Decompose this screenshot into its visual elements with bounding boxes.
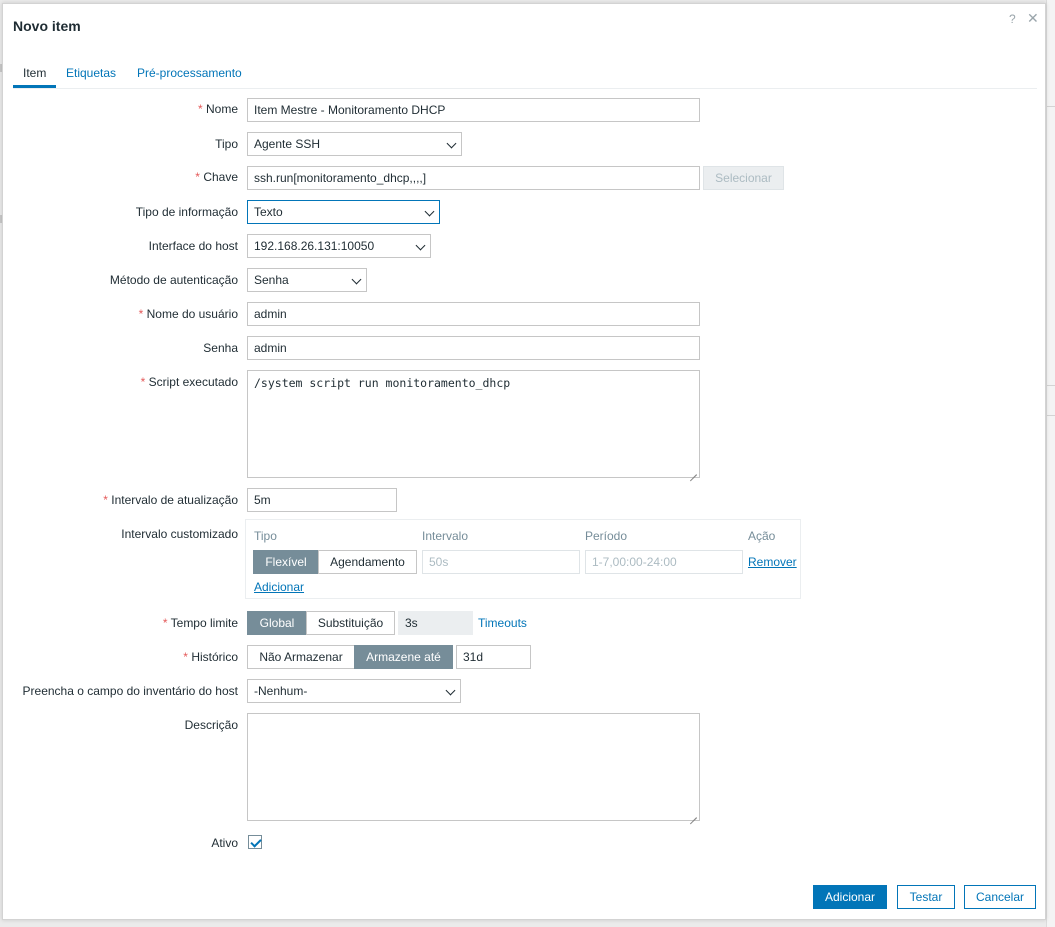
timeout-global-toggle[interactable]: Global [247,611,307,635]
column-header-interval: Intervalo [422,529,469,543]
timeout-input[interactable]: 3s [398,611,473,635]
remove-link[interactable]: Remover [748,555,797,569]
username-input[interactable]: admin [247,302,700,326]
password-label: Senha [203,341,238,355]
timeout-label: * Tempo limite [162,616,238,630]
column-header-type: Tipo [254,529,277,543]
description-label: Descrição [184,718,238,732]
chevron-down-icon [445,685,456,696]
interval-input[interactable]: 50s [422,550,580,574]
history-label: * Histórico [183,650,238,664]
host-interface-select[interactable]: 192.168.26.131:10050 [247,234,431,258]
script-label: * Script executado [140,375,238,389]
chevron-down-icon [446,138,457,149]
test-button[interactable]: Testar [897,885,955,909]
add-interval-link[interactable]: Adicionar [254,580,304,594]
host-interface-label: Interface do host [148,239,238,253]
info-type-label: Tipo de informação [135,205,238,219]
enabled-checkbox[interactable] [248,835,262,849]
background-divider [1047,385,1055,386]
password-input[interactable]: admin [247,336,700,360]
type-select[interactable]: Agente SSH [247,132,462,156]
update-interval-label: * Intervalo de atualização [103,493,238,507]
chevron-down-icon [415,240,426,251]
type-label: Tipo [215,137,238,151]
close-icon[interactable]: ✕ [1027,10,1039,27]
script-textarea[interactable]: /system script run monitoramento_dhcp [247,370,700,478]
background-divider [1047,415,1055,416]
resize-handle-icon[interactable] [690,811,697,818]
background-page-edge [1046,0,1055,927]
name-input[interactable]: Item Mestre - Monitoramento DHCP [247,98,700,122]
cancel-button[interactable]: Cancelar [964,885,1036,909]
name-label: * Nome [197,102,238,116]
auth-method-select[interactable]: Senha [247,268,367,292]
enabled-label: Ativo [211,836,238,850]
tab-bar: Item Etiquetas Pré-processamento [13,58,1037,89]
username-label: * Nome do usuário [138,307,238,321]
tab-item[interactable]: Item [23,66,46,80]
history-do-not-store-toggle[interactable]: Não Armazenar [247,645,355,669]
custom-interval-label: Intervalo customizado [121,527,238,541]
key-input[interactable]: ssh.run[monitoramento_dhcp,,,,] [247,166,700,190]
column-header-action: Ação [748,529,776,543]
flexible-toggle[interactable]: Flexível [253,550,319,574]
update-interval-input[interactable]: 5m [247,488,397,512]
column-header-period: Período [585,529,628,543]
select-key-button[interactable]: Selecionar [703,166,784,190]
chevron-down-icon [351,274,362,285]
inventory-label: Preencha o campo do inventário do host [22,684,238,698]
add-button[interactable]: Adicionar [813,885,887,909]
auth-method-label: Método de autenticação [109,273,238,287]
scheduling-toggle[interactable]: Agendamento [318,550,417,574]
inventory-select[interactable]: -Nenhum- [247,679,461,703]
background-divider [1047,106,1055,107]
info-type-select[interactable]: Texto [247,200,440,224]
resize-handle-icon[interactable] [690,468,697,475]
description-textarea[interactable] [247,713,700,821]
history-store-up-to-toggle[interactable]: Armazene até [354,645,453,669]
active-tab-indicator [13,85,56,88]
period-input[interactable]: 1-7,00:00-24:00 [585,550,743,574]
key-label: * Chave [195,170,238,184]
timeouts-link[interactable]: Timeouts [478,616,527,630]
chevron-down-icon [424,206,435,217]
dialog-title: Novo item [13,18,81,34]
help-icon[interactable]: ? [1009,12,1016,26]
timeout-override-toggle[interactable]: Substituição [306,611,395,635]
tab-preprocessing[interactable]: Pré-processamento [137,66,242,80]
history-input[interactable]: 31d [456,645,531,669]
tab-tags[interactable]: Etiquetas [66,66,116,80]
